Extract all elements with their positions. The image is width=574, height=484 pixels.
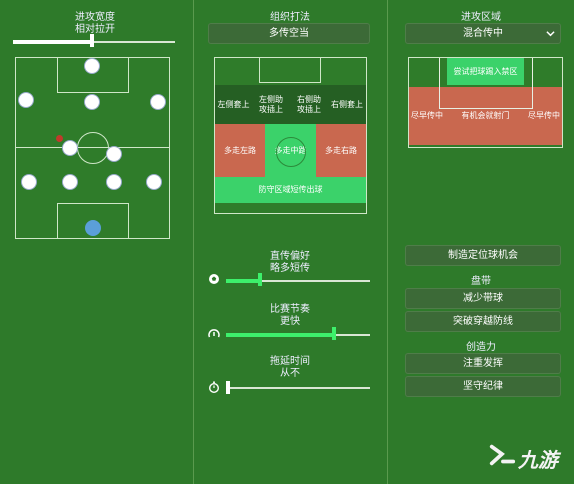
width-value: 相对拉开 [75, 24, 115, 35]
player-right-winger[interactable] [151, 95, 165, 109]
zone-title: 进攻区域 [461, 12, 501, 23]
zone-left-flank[interactable]: 多走左路 [215, 124, 265, 177]
slider-2-value: 更快 [280, 316, 300, 327]
player-role-badge [56, 135, 63, 142]
slider-3-value: 从不 [280, 368, 300, 379]
zone-box-entry[interactable]: 尝试把球踢入禁区 [447, 58, 524, 85]
zone-left-fullback[interactable]: 左侧助 攻插上 [252, 85, 290, 124]
player-left-center-back[interactable] [63, 175, 77, 189]
player-right-center-mid[interactable] [107, 147, 121, 161]
creativity-title: 创造力 [466, 342, 496, 353]
slider-1-knob[interactable] [258, 273, 262, 286]
player-right-center-back[interactable] [107, 175, 121, 189]
width-slider-fill [13, 40, 92, 44]
watermark: 九游 [488, 436, 574, 476]
zone-shoot-on-sight[interactable]: 有机会就射门 [445, 87, 526, 145]
slider-1-fill [226, 279, 260, 283]
player-left-winger[interactable] [19, 93, 33, 107]
width-slider-knob[interactable] [90, 34, 94, 47]
zone-defense[interactable]: 防守区域短传出球 [215, 177, 366, 203]
attack-zone-value: 混合传中 [463, 28, 503, 39]
penalty-box-top [259, 58, 321, 83]
player-goalkeeper[interactable] [85, 220, 101, 236]
left-column: 进攻宽度 相对拉开 [0, 0, 190, 484]
player-striker[interactable] [85, 59, 99, 73]
slider-2-knob[interactable] [332, 327, 336, 340]
be-disciplined-button[interactable]: 坚守纪律 [405, 376, 561, 397]
slider-2-fill [226, 333, 334, 337]
run-at-defence-button[interactable]: 突破穿越防线 [405, 311, 561, 332]
watermark-logo-icon [489, 444, 516, 466]
final-third-pitch: 尝试把球踢入禁区 尽早传中 有机会就射门 尽早传中 [408, 57, 563, 148]
formation-pitch [15, 57, 170, 239]
passing-title: 组织打法 [270, 12, 310, 23]
passing-style-dropdown[interactable]: 多传空当 [208, 23, 370, 44]
center-circle [77, 132, 109, 164]
dribble-title: 盘带 [471, 276, 491, 287]
stopwatch-icon [209, 381, 219, 393]
slider-3-track[interactable] [226, 387, 370, 389]
player-right-back[interactable] [147, 175, 161, 189]
player-left-back[interactable] [22, 175, 36, 189]
middle-column: 组织打法 多传空当 左侧套上 左侧助 攻插上 右侧助 攻插上 右侧套上 多走左路… [194, 0, 386, 484]
zone-left-wing[interactable]: 左侧套上 [215, 85, 252, 124]
be-expressive-button[interactable]: 注重发挥 [405, 353, 561, 374]
right-column: 进攻区域 混合传中 尝试把球踢入禁区 尽早传中 有机会就射门 尽早传中 制造定位… [388, 0, 574, 484]
zone-early-cross-left[interactable]: 尽早传中 [409, 87, 445, 145]
slider-1-value: 略多短传 [270, 263, 310, 274]
attack-zone-dropdown[interactable]: 混合传中 [405, 23, 561, 44]
player-left-center-mid[interactable] [63, 141, 77, 155]
zone-right-fullback[interactable]: 右侧助 攻插上 [290, 85, 328, 124]
center-circle [276, 137, 306, 167]
zone-early-cross-right[interactable]: 尽早传中 [526, 87, 562, 145]
ball-icon [209, 274, 219, 284]
zone-right-wing[interactable]: 右侧套上 [328, 85, 366, 124]
gauge-icon [208, 329, 220, 338]
player-attacking-mid[interactable] [85, 95, 99, 109]
slider-3-knob[interactable] [226, 381, 230, 394]
build-up-pitch: 左侧套上 左侧助 攻插上 右侧助 攻插上 右侧套上 多走左路 多走中路 多走右路… [214, 57, 367, 214]
dribble-less-button[interactable]: 减少带球 [405, 288, 561, 309]
watermark-text: 九游 [518, 448, 558, 472]
zone-right-flank[interactable]: 多走右路 [316, 124, 366, 177]
chevron-down-icon [546, 31, 555, 37]
set-piece-button[interactable]: 制造定位球机会 [405, 245, 561, 266]
